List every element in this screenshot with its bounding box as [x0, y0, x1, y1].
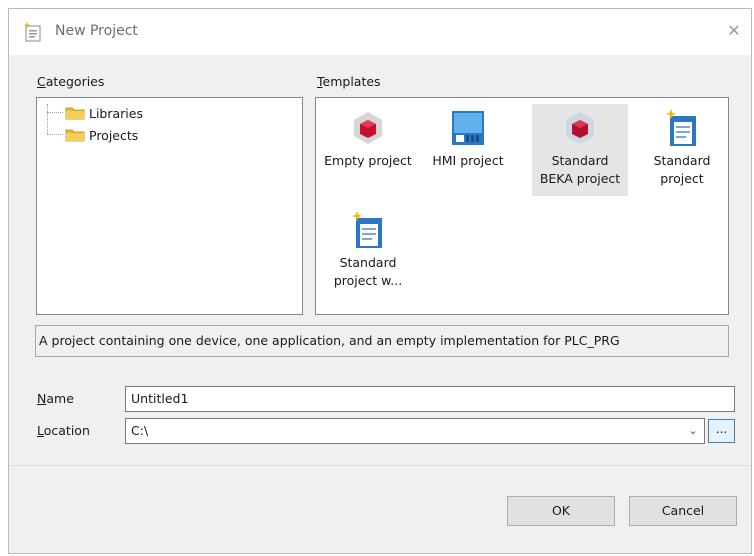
template-label: HMI project — [432, 153, 504, 168]
dialog-title: New Project — [55, 23, 138, 39]
chevron-down-icon[interactable]: ⌄ — [686, 419, 700, 443]
name-label: Name — [37, 391, 74, 406]
template-description: A project containing one device, one app… — [35, 325, 729, 357]
folder-icon — [65, 129, 85, 142]
template-label: Empty project — [324, 153, 412, 168]
close-button[interactable]: ✕ — [719, 17, 749, 45]
empty-project-icon — [354, 112, 382, 144]
separator — [9, 465, 751, 466]
standard-project-icon — [665, 109, 696, 146]
templates-list[interactable]: Empty project HMI project Standard BEKA … — [315, 97, 729, 315]
folder-icon — [65, 107, 85, 120]
beka-project-icon — [566, 112, 594, 144]
tree-item-label: Projects — [89, 127, 139, 143]
template-label: Standard BEKA project — [539, 153, 621, 186]
categories-label: Categories — [37, 74, 105, 89]
name-input[interactable]: Untitled1 — [125, 386, 735, 412]
location-combobox[interactable]: C:\ ⌄ — [125, 418, 705, 444]
template-label: Standard project w... — [333, 255, 403, 288]
location-value: C:\ — [131, 423, 149, 438]
title-bar: New Project ✕ — [9, 9, 751, 55]
cancel-button[interactable]: Cancel — [629, 496, 737, 526]
template-standard-beka-project[interactable]: Standard BEKA project — [532, 104, 628, 196]
template-standard-project[interactable]: Standard project — [634, 104, 730, 188]
template-hmi-project[interactable]: HMI project — [420, 104, 516, 170]
tree-item-libraries[interactable]: Libraries — [65, 104, 143, 122]
template-empty-project[interactable]: Empty project — [320, 104, 416, 170]
browse-button[interactable]: ... — [708, 419, 735, 443]
ok-button[interactable]: OK — [507, 496, 615, 526]
hmi-project-icon — [452, 111, 484, 145]
template-standard-project-with[interactable]: Standard project w... — [320, 206, 416, 290]
template-label: Standard project — [653, 153, 711, 186]
new-project-icon — [23, 22, 41, 42]
categories-tree[interactable]: Libraries Projects — [36, 97, 303, 315]
standard-project-with-icon — [351, 211, 382, 248]
templates-label: Templates — [317, 74, 381, 89]
tree-item-projects[interactable]: Projects — [65, 126, 138, 144]
new-project-dialog: New Project ✕ Categories Libraries Proje… — [8, 8, 752, 554]
location-label: Location — [37, 423, 90, 438]
tree-item-label: Libraries — [89, 105, 143, 121]
